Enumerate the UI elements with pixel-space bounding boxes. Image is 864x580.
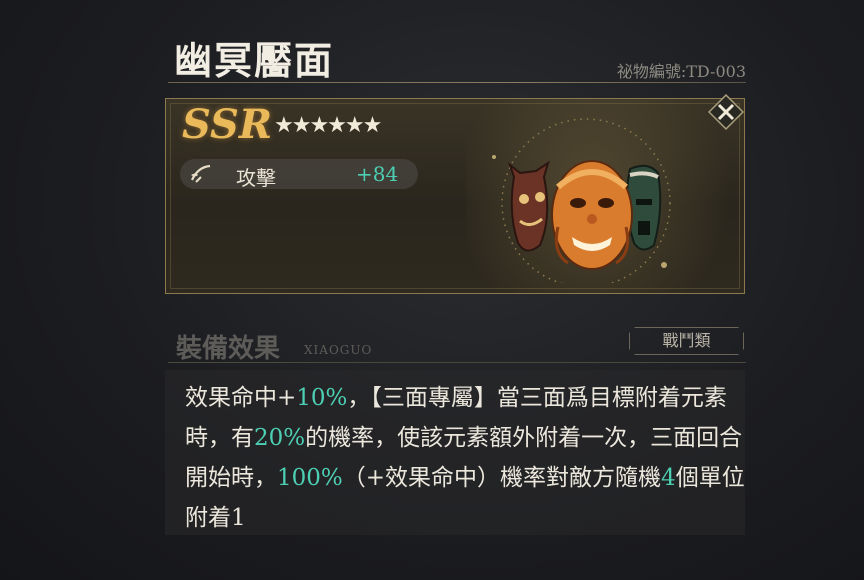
item-serial: 祕物編號:TD-003 — [616, 62, 746, 81]
effect-section-subtitle: XIAOGUO — [304, 343, 373, 357]
effect-description-box: 效果命中+10%，【三面專屬】當三面爲目標附着元素時，有20%的機率，使該元素額… — [165, 370, 745, 535]
effect-highlight-value: 4 — [661, 465, 676, 491]
category-tag: 戰鬥類 — [629, 327, 744, 355]
stat-row: 攻擊 +84 — [180, 159, 418, 190]
effect-highlight-value: 20% — [254, 425, 306, 451]
item-card: SSR ★★★★★★ 攻擊 +84 — [165, 98, 745, 294]
effect-highlight-value: 100% — [277, 465, 343, 491]
effect-highlight-value: 10% — [296, 385, 348, 411]
star-rating: ★★★★★★ — [274, 113, 382, 138]
effect-description: 效果命中+10%，【三面專屬】當三面爲目標附着元素時，有20%的機率，使該元素額… — [185, 378, 745, 538]
section-divider — [168, 362, 746, 363]
effect-text: 效果命中+ — [185, 385, 297, 411]
title-divider — [168, 82, 746, 83]
mask-artwork — [492, 118, 671, 283]
stat-value: +84 — [356, 162, 399, 186]
item-title: 幽冥靨面 — [174, 38, 335, 83]
stat-label: 攻擊 — [236, 166, 276, 190]
claw-slash-icon — [191, 164, 211, 183]
orange-mask — [551, 160, 633, 270]
close-icon[interactable] — [706, 92, 746, 132]
effect-text: （+效果命中）機率對敵方隨機 — [342, 465, 662, 491]
effect-section-title: 裝備效果 — [176, 334, 281, 364]
red-mask — [507, 160, 550, 252]
rarity-badge: SSR — [182, 101, 273, 148]
